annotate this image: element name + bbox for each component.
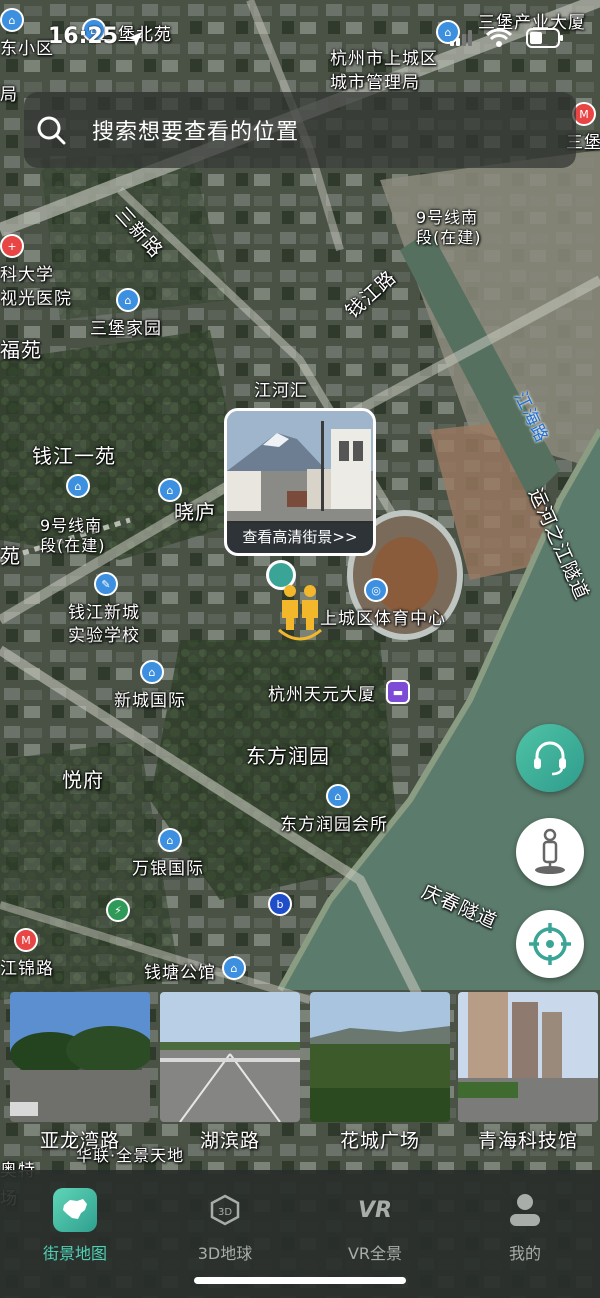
tab-3d-globe[interactable]: 3D 3D地球 [150,1188,300,1264]
poi-charging-icon[interactable]: ⚡ [106,898,130,922]
street-view-person-button[interactable] [516,818,584,886]
map-label: 实验学校 [68,626,140,646]
thumbnail-label: 亚龙湾路 [39,1130,120,1152]
customer-service-button[interactable] [516,724,584,792]
search-icon [37,116,66,145]
china-map-icon [53,1188,97,1232]
thumbnail-label: 青海科技馆 [477,1130,578,1152]
poi-residential-icon[interactable]: ⌂ [116,288,140,312]
poi-residential-icon[interactable]: ⌂ [66,474,90,498]
tab-label: 我的 [508,1244,541,1263]
cellular-signal-icon [450,30,472,46]
tab-vr-panorama[interactable]: VR VR全景 [300,1188,450,1264]
map-label: 城市管理局 [330,73,420,93]
thumbnail-label: 花城广场 [339,1130,420,1152]
map-label: 杭州市上城区 [330,49,438,69]
panorama-image [310,992,450,1122]
tab-street-map[interactable]: 街景地图 [0,1188,150,1264]
search-placeholder: 搜索想要查看的位置 [92,120,300,145]
poi-school-icon[interactable]: ✎ [94,572,118,596]
home-indicator [194,1277,406,1284]
crosshair-icon [529,923,571,965]
tab-label: 3D地球 [197,1244,253,1263]
map-label: 段(在建) [416,228,482,247]
panorama-thumbnail[interactable] [160,992,300,1122]
street-view-caption: 查看高清街景>> [227,521,373,553]
battery-icon [526,28,563,48]
map-label: 苑 [0,544,21,568]
3d-globe-icon: 3D [203,1188,247,1232]
poi-bank-icon[interactable]: b [268,892,292,916]
map-label: 钱塘公馆 [144,963,216,983]
bottom-navigation: 街景地图 3D 3D地球 VR VR全景 我的 [0,1170,600,1298]
map-label: 局 [0,85,18,105]
map-label: 江锦路 [0,959,54,979]
search-bar[interactable]: 搜索想要查看的位置 [24,92,576,168]
location-arrow-icon [128,32,142,46]
poi-hotel-icon[interactable]: ▬ [386,680,410,704]
poi-residential-icon[interactable]: ⌂ [158,478,182,502]
map-label: 万银国际 [132,859,204,879]
tab-label: 街景地图 [42,1244,107,1263]
poi-clubhouse-icon[interactable]: ⌂ [326,784,350,808]
poi-hospital-icon[interactable]: + [0,234,24,258]
panorama-image [160,992,300,1122]
pegman-icon[interactable] [277,584,323,644]
status-icons [450,28,564,48]
poi-stadium-icon[interactable]: ◎ [364,578,388,602]
panorama-image [10,992,150,1122]
poi-residential-icon[interactable]: ⌂ [158,828,182,852]
map-label: 东方润园 [246,744,330,768]
map-label: 钱江新城 [68,603,140,623]
map-label: 三堡家园 [90,319,162,339]
poi-metro-icon[interactable]: M [14,928,38,952]
panorama-thumbnail[interactable] [310,992,450,1122]
map-label: 钱江一苑 [32,444,116,468]
panorama-thumbnail[interactable] [458,992,598,1122]
map-label: 杭州天元大厦 [268,685,376,705]
thumbnail-label: 湖滨路 [199,1130,260,1152]
map-label: 科大学 [0,265,54,285]
panorama-image [458,992,598,1122]
locate-me-button[interactable] [516,910,584,978]
pedestrian-icon [535,828,565,874]
user-icon [503,1188,547,1232]
tab-label: VR全景 [347,1244,403,1263]
map-label: 视光医院 [0,289,72,309]
headset-icon [534,741,566,776]
map-label: 东小区 [0,39,54,59]
panorama-thumbnail[interactable] [10,992,150,1122]
map-label: 东方润园会所 [280,815,388,835]
map-label: 新城国际 [114,691,186,711]
map-label: 段(在建) [40,536,106,555]
map-label: 上城区体育中心 [320,609,446,629]
tab-profile[interactable]: 我的 [450,1188,600,1264]
wifi-icon [486,28,512,47]
svg-text:3D: 3D [218,1207,232,1218]
vr-icon: VR [358,1197,392,1223]
map-label: 福苑 [0,338,42,362]
status-time: 16:25 [48,24,119,49]
poi-residential-icon[interactable]: ⌂ [222,956,246,980]
street-view-preview[interactable]: 查看高清街景>> [224,408,376,556]
map-label: 江河汇 [254,381,308,401]
poi-residential-icon[interactable]: ⌂ [0,8,24,32]
poi-residential-icon[interactable]: ⌂ [140,660,164,684]
map-label: 晓庐 [174,500,216,524]
street-view-thumbnail [227,411,373,523]
map-label: 悦府 [62,768,104,792]
